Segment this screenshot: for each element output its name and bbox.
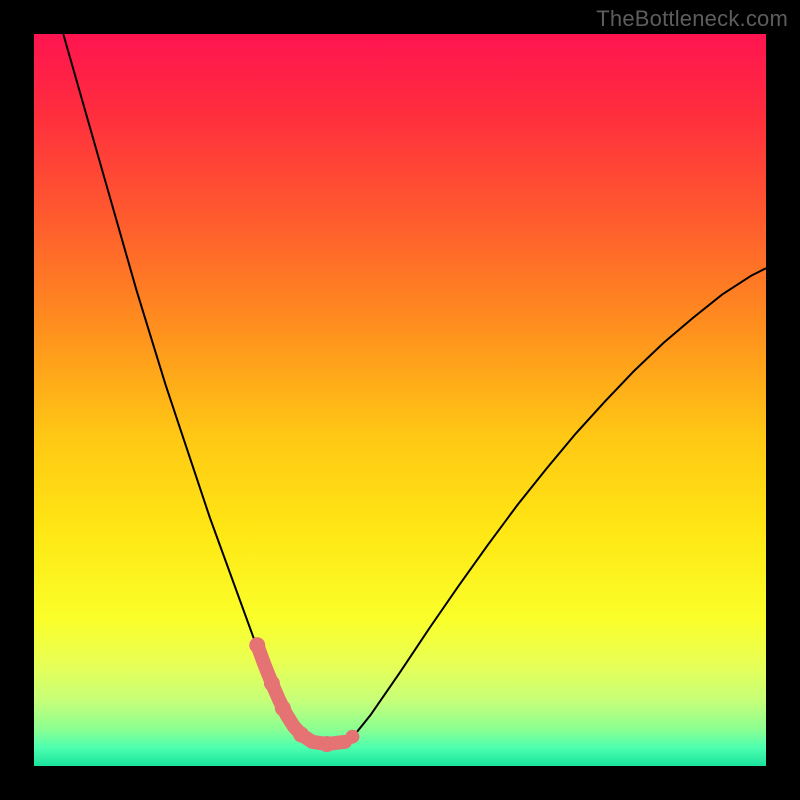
watermark-text: TheBottleneck.com (596, 6, 788, 32)
marker-dot (345, 730, 359, 744)
marker-dot (293, 727, 309, 743)
marker-dot (275, 700, 291, 716)
chart-svg (34, 34, 766, 766)
chart-background (34, 34, 766, 766)
marker-dot (319, 736, 335, 752)
marker-dot (249, 637, 265, 653)
chart-plot-area (34, 34, 766, 766)
outer-frame: TheBottleneck.com (0, 0, 800, 800)
marker-dot (264, 675, 280, 691)
